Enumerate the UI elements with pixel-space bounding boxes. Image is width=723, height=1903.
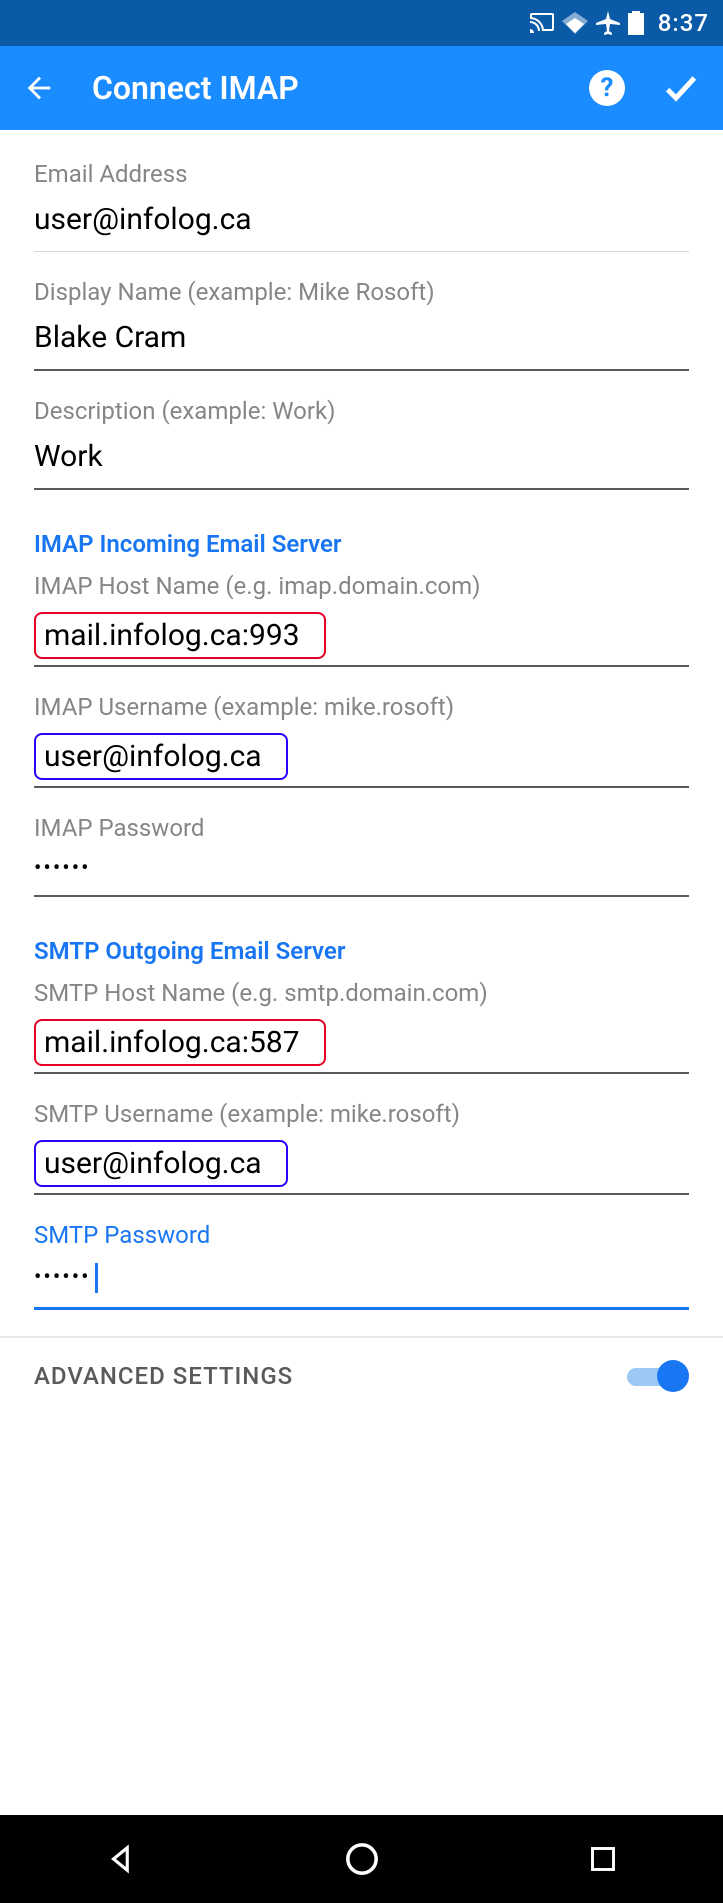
imap-host-label: IMAP Host Name (e.g. imap.domain.com): [34, 572, 689, 600]
app-bar: Connect IMAP ?: [0, 46, 723, 130]
battery-icon: [628, 11, 644, 35]
imap-section-header: IMAP Incoming Email Server: [34, 530, 689, 558]
imap-password-field-group: IMAP Password ••••••: [34, 814, 689, 897]
description-label: Description (example: Work): [34, 397, 689, 425]
advanced-settings-toggle[interactable]: [627, 1358, 689, 1394]
smtp-password-value: ••••••: [34, 1265, 91, 1290]
display-name-label: Display Name (example: Mike Rosoft): [34, 278, 689, 306]
display-name-field-group: Display Name (example: Mike Rosoft) Blak…: [34, 278, 689, 371]
description-field-group: Description (example: Work) Work: [34, 397, 689, 490]
imap-host-field-group: IMAP Host Name (e.g. imap.domain.com) ma…: [34, 572, 689, 667]
smtp-section-header: SMTP Outgoing Email Server: [34, 937, 689, 965]
confirm-button[interactable]: [661, 68, 701, 108]
smtp-user-field-group: SMTP Username (example: mike.rosoft) use…: [34, 1100, 689, 1195]
smtp-user-value: user@infolog.ca: [34, 1140, 288, 1187]
imap-user-value: user@infolog.ca: [34, 733, 288, 780]
page-title: Connect IMAP: [92, 69, 589, 107]
imap-password-label: IMAP Password: [34, 814, 689, 842]
email-label: Email Address: [34, 160, 689, 188]
smtp-password-input[interactable]: ••••••: [34, 1261, 689, 1310]
description-input[interactable]: Work: [34, 437, 689, 490]
smtp-user-input[interactable]: user@infolog.ca: [34, 1140, 689, 1195]
imap-host-input[interactable]: mail.infolog.ca:993: [34, 612, 689, 667]
smtp-password-label: SMTP Password: [34, 1221, 689, 1249]
form-content: Email Address user@infolog.ca Display Na…: [0, 130, 723, 1416]
cast-icon: [530, 13, 554, 33]
navigation-bar: [0, 1815, 723, 1903]
smtp-host-value: mail.infolog.ca:587: [34, 1019, 326, 1066]
advanced-settings-label: ADVANCED SETTINGS: [34, 1362, 293, 1390]
wifi-icon: [562, 12, 588, 34]
display-name-input[interactable]: Blake Cram: [34, 318, 689, 371]
imap-user-label: IMAP Username (example: mike.rosoft): [34, 693, 689, 721]
status-time: 8:37: [658, 9, 709, 37]
nav-back-button[interactable]: [101, 1839, 141, 1879]
text-cursor: [95, 1263, 98, 1293]
back-button[interactable]: [22, 71, 62, 105]
status-bar: 8:37: [0, 0, 723, 46]
airplane-icon: [596, 11, 620, 35]
imap-password-input[interactable]: ••••••: [34, 854, 689, 897]
imap-user-field-group: IMAP Username (example: mike.rosoft) use…: [34, 693, 689, 788]
imap-user-input[interactable]: user@infolog.ca: [34, 733, 689, 788]
email-field-group: Email Address user@infolog.ca: [34, 160, 689, 252]
smtp-host-field-group: SMTP Host Name (e.g. smtp.domain.com) ma…: [34, 979, 689, 1074]
email-input[interactable]: user@infolog.ca: [34, 200, 689, 252]
smtp-host-label: SMTP Host Name (e.g. smtp.domain.com): [34, 979, 689, 1007]
smtp-host-input[interactable]: mail.infolog.ca:587: [34, 1019, 689, 1074]
smtp-password-field-group: SMTP Password ••••••: [34, 1221, 689, 1310]
nav-recent-button[interactable]: [583, 1839, 623, 1879]
toggle-knob: [657, 1360, 689, 1392]
nav-home-button[interactable]: [342, 1839, 382, 1879]
imap-host-value: mail.infolog.ca:993: [34, 612, 326, 659]
help-button[interactable]: ?: [589, 70, 625, 106]
smtp-user-label: SMTP Username (example: mike.rosoft): [34, 1100, 689, 1128]
advanced-settings-row[interactable]: ADVANCED SETTINGS: [34, 1338, 689, 1416]
